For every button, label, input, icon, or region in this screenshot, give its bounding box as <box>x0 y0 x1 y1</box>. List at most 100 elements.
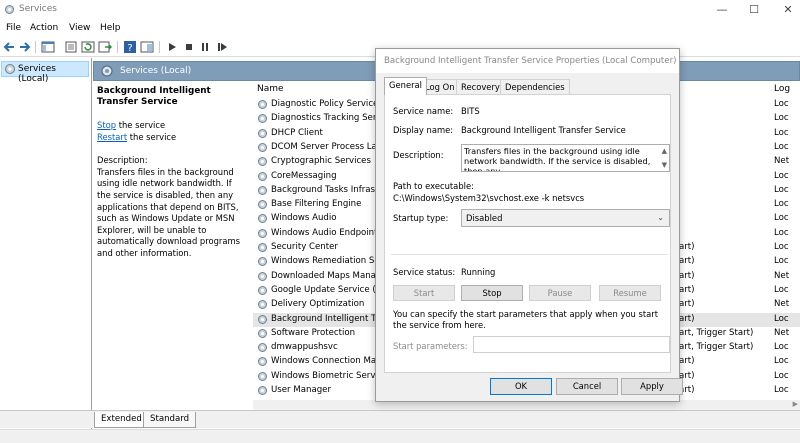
help-icon[interactable]: ? <box>123 40 137 54</box>
services-app-icon <box>5 5 14 14</box>
scroll-up-icon[interactable]: ▲ <box>662 146 667 156</box>
status-bar <box>0 429 800 443</box>
service-name: Security Center <box>271 242 338 252</box>
back-arrow-icon[interactable] <box>2 40 16 54</box>
service-name: Windows Audio <box>271 213 337 224</box>
menu-file[interactable]: File <box>6 23 21 33</box>
service-log-on-as: Loc <box>774 256 789 267</box>
service-log-on-as: Loc <box>774 356 789 367</box>
tab-extended[interactable]: Extended <box>94 412 149 428</box>
service-gear-icon <box>258 185 267 195</box>
properties-icon[interactable] <box>64 40 78 54</box>
service-name: DCOM Server Process Launcher <box>271 141 378 152</box>
tab-recovery[interactable]: Recovery <box>456 79 505 94</box>
service-name: Background Tasks Infrastructure <box>271 184 378 195</box>
title-bar: Services — ☐ ✕ <box>0 0 800 20</box>
start-params-input[interactable] <box>473 336 670 353</box>
selected-service-title: Background Intelligent Transfer Service <box>97 86 211 107</box>
service-properties-dialog: Background Intelligent Transfer Service … <box>375 48 683 402</box>
restart-service-link[interactable]: Restart <box>97 132 127 142</box>
tree-node-label: Services (Local) <box>18 64 56 84</box>
service-gear-icon <box>258 142 267 152</box>
service-name-value: BITS <box>461 106 480 116</box>
service-gear-icon <box>258 271 267 281</box>
service-name: Cryptographic Services <box>271 156 371 167</box>
menu-action[interactable]: Action <box>30 23 58 33</box>
service-gear-icon <box>258 228 267 238</box>
service-name-label: Service name: <box>393 106 454 116</box>
service-name: Background Intelligent Transfer Service <box>271 313 378 324</box>
service-gear-icon <box>258 200 267 210</box>
scroll-right-icon[interactable]: ▶ <box>793 400 798 408</box>
service-name: dmwappushsvc <box>271 342 338 353</box>
service-startup-type: art) <box>679 356 695 367</box>
service-gear-icon <box>258 214 267 224</box>
display-name-value: Background Intelligent Transfer Service <box>461 125 626 135</box>
tree-node-services-local[interactable]: Services (Local) <box>1 61 89 84</box>
startup-type-label: Startup type: <box>393 213 449 223</box>
play-icon[interactable] <box>165 40 179 54</box>
path-value: C:\Windows\System32\svchost.exe -k netsv… <box>393 193 585 203</box>
stop-icon[interactable] <box>182 40 196 54</box>
start-params-help: You can specify the start parameters tha… <box>393 309 659 330</box>
svg-text:?: ? <box>127 43 132 54</box>
stop-button[interactable]: Stop <box>461 285 523 301</box>
description-textbox[interactable]: Transfers files in the background using … <box>461 144 670 172</box>
service-gear-icon <box>258 114 267 124</box>
service-log-on-as: Loc <box>774 342 789 353</box>
restart-icon[interactable] <box>215 40 229 54</box>
refresh-icon[interactable] <box>81 40 95 54</box>
service-log-on-as: Net <box>774 327 790 338</box>
service-name: Windows Connection Manager <box>271 356 378 367</box>
dialog-title-bar: Background Intelligent Transfer Service … <box>376 49 679 73</box>
service-log-on-as: Net <box>774 299 790 310</box>
service-gear-icon <box>258 128 267 138</box>
apply-button[interactable]: Apply <box>621 378 683 395</box>
resume-button[interactable]: Resume <box>599 285 661 301</box>
service-log-on-as: Loc <box>774 99 789 109</box>
restart-link-suffix: the service <box>127 131 177 142</box>
toolbar-separator <box>117 41 118 53</box>
service-gear-icon <box>258 157 267 167</box>
ok-button[interactable]: OK <box>490 378 552 395</box>
column-header-log-on-as[interactable]: Log <box>774 84 790 94</box>
show-hide-icon[interactable] <box>140 40 154 54</box>
service-name: User Manager <box>271 385 331 395</box>
service-log-on-as: Net <box>774 156 790 167</box>
tab-general[interactable]: General <box>384 77 428 95</box>
close-button[interactable]: ✕ <box>766 0 800 20</box>
cancel-button[interactable]: Cancel <box>556 378 618 395</box>
menu-view[interactable]: View <box>69 23 90 33</box>
service-log-on-as: Loc <box>774 227 789 238</box>
service-startup-type: art) <box>679 313 695 324</box>
stop-service-link[interactable]: Stop <box>97 120 116 130</box>
service-log-on-as: Loc <box>774 385 789 395</box>
toolbar-separator <box>35 41 36 53</box>
scroll-down-icon[interactable]: ▼ <box>662 160 667 170</box>
startup-type-select[interactable]: Disabled ⌄ <box>461 209 670 227</box>
service-name: Windows Remediation Service <box>271 256 378 267</box>
chevron-down-icon: ⌄ <box>657 213 664 222</box>
console-tree-icon[interactable] <box>41 40 55 54</box>
forward-arrow-icon[interactable] <box>18 40 32 54</box>
services-gear-icon <box>5 64 15 74</box>
service-startup-type: art, Trigger Start) <box>679 327 754 338</box>
tab-standard[interactable]: Standard <box>143 412 197 428</box>
service-log-on-as: Loc <box>774 141 789 152</box>
menu-help[interactable]: Help <box>100 23 121 33</box>
service-gear-icon <box>258 343 267 353</box>
service-name: DHCP Client <box>271 127 323 138</box>
service-log-on-as: Loc <box>774 127 789 138</box>
export-icon[interactable] <box>98 40 112 54</box>
pause-button[interactable]: Pause <box>529 285 591 301</box>
service-name: Diagnostic Policy Service <box>271 99 378 109</box>
pause-icon[interactable] <box>198 40 212 54</box>
start-button[interactable]: Start <box>393 285 455 301</box>
tab-dependencies[interactable]: Dependencies <box>500 79 570 94</box>
service-name: CoreMessaging <box>271 170 337 181</box>
display-name-label: Display name: <box>393 125 454 135</box>
column-header-name[interactable]: Name <box>257 84 284 94</box>
service-startup-type: art, Trigger Start) <box>679 342 754 353</box>
service-description-panel: Background Intelligent Transfer Service … <box>97 86 247 416</box>
general-tab-panel: Service name: BITS Display name: Backgro… <box>384 94 671 373</box>
